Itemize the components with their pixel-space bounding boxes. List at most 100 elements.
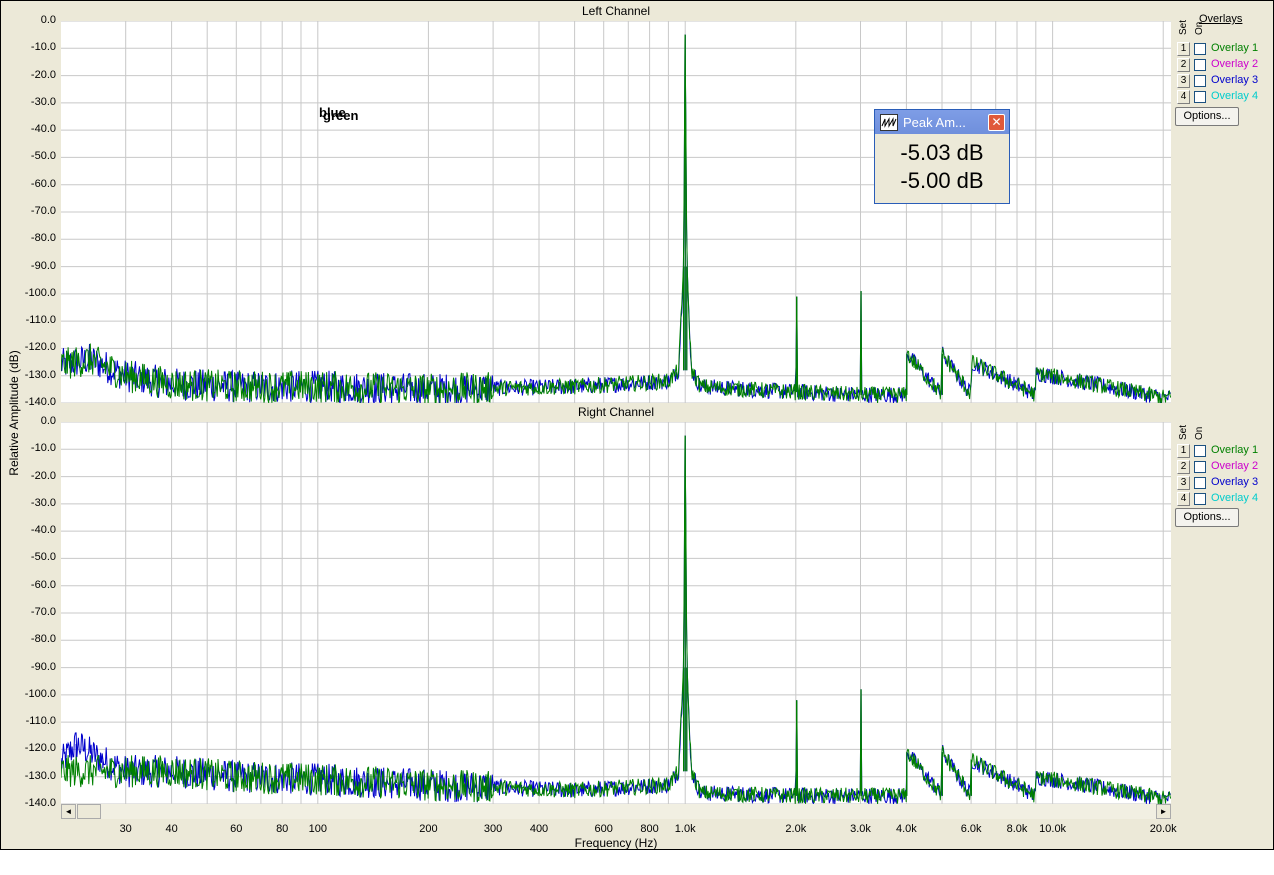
overlay-on-checkbox[interactable] — [1194, 43, 1206, 55]
x-tick-label: 400 — [529, 823, 549, 835]
right-channel-title: Right Channel — [577, 405, 655, 419]
series-line-blue — [61, 34, 1171, 403]
peak-window-titlebar[interactable]: Peak Am... ✕ — [875, 110, 1009, 134]
x-tick-label: 80 — [276, 823, 289, 835]
y-tick-label: -40.0 — [30, 524, 56, 537]
y-tick-label: 0.0 — [40, 14, 56, 26]
overlay-on-checkbox[interactable] — [1194, 91, 1206, 103]
set-column-label: Set — [1178, 424, 1189, 440]
overlay-set-button[interactable]: 2 — [1177, 58, 1190, 72]
x-tick-label: 2.0k — [785, 823, 807, 835]
x-tick-label: 4.0k — [896, 823, 917, 835]
y-tick-label: -10.0 — [30, 41, 56, 54]
overlays-header[interactable]: Overlays — [1199, 13, 1242, 25]
overlay-row-4: 4 Overlay 4 — [1175, 90, 1273, 104]
overlay-on-checkbox[interactable] — [1194, 59, 1206, 71]
series-line-blue — [61, 435, 1171, 804]
overlay-set-button[interactable]: 3 — [1177, 476, 1190, 490]
y-tick-label: -60.0 — [30, 177, 56, 190]
overlay-on-checkbox[interactable] — [1194, 445, 1206, 457]
right-channel-plot[interactable] — [61, 422, 1171, 804]
overlay-row-3: 3 Overlay 3 — [1175, 74, 1273, 88]
x-tick-label: 8.0k — [1006, 823, 1028, 835]
x-tick-label: 20.0k — [1149, 823, 1177, 835]
close-icon[interactable]: ✕ — [988, 114, 1005, 131]
x-tick-label: 40 — [165, 823, 178, 835]
overlay-set-button[interactable]: 1 — [1177, 444, 1190, 458]
series-line-green — [61, 34, 1171, 403]
left-channel-svg — [61, 21, 1171, 403]
y-tick-label: -50.0 — [30, 150, 56, 163]
y-tick-label: -80.0 — [30, 232, 56, 245]
left-channel-title: Left Channel — [581, 4, 651, 18]
x-tick-label: 10.0k — [1039, 823, 1067, 835]
x-tick-label: 3.0k — [850, 823, 871, 835]
x-tick-label: 300 — [483, 823, 503, 835]
overlay-row-3: 3 Overlay 3 — [1175, 476, 1273, 490]
on-column-label: On — [1194, 426, 1205, 440]
peak-amplitude-window[interactable]: Peak Am... ✕ -5.03 dB -5.00 dB — [874, 109, 1010, 204]
y-tick-label: -110.0 — [25, 715, 56, 728]
x-tick-label: 30 — [119, 823, 132, 835]
y-tick-label: -90.0 — [30, 660, 56, 673]
overlay-set-button[interactable]: 4 — [1177, 90, 1190, 104]
x-tick-label: 600 — [594, 823, 613, 835]
overlay-on-checkbox[interactable] — [1194, 461, 1206, 473]
overlay-set-button[interactable]: 2 — [1177, 460, 1190, 474]
y-tick-label: -30.0 — [30, 95, 56, 108]
overlay-name: Overlay 4 — [1211, 492, 1259, 504]
x-tick-label: 60 — [230, 823, 243, 835]
y-tick-label: -50.0 — [30, 551, 56, 564]
x-tick-label: 100 — [308, 823, 327, 835]
overlay-name: Overlay 2 — [1211, 58, 1259, 70]
x-axis-label: Frequency (Hz) — [574, 836, 658, 850]
overlay-name: Overlay 1 — [1211, 444, 1259, 456]
scrollbar-thumb[interactable] — [77, 804, 101, 819]
overlay-name: Overlay 3 — [1211, 476, 1259, 488]
overlay-row-1: 1 Overlay 1 — [1175, 444, 1273, 458]
analyzer-window: Left Channel Right Channel 0.0 -10.0 -20.0… — [0, 0, 1274, 850]
x-tick-label: 1.0k — [674, 823, 696, 835]
right-channel-svg — [61, 422, 1171, 804]
overlay-on-checkbox[interactable] — [1194, 75, 1206, 87]
overlay-set-button[interactable]: 3 — [1177, 74, 1190, 88]
overlay-on-checkbox[interactable] — [1194, 477, 1206, 489]
left-channel-plot[interactable] — [61, 21, 1171, 403]
y-tick-label: -140.0 — [24, 797, 56, 809]
overlay-on-checkbox[interactable] — [1194, 493, 1206, 505]
horizontal-scrollbar[interactable]: ◄ ► — [61, 804, 1171, 819]
annotation-green: green — [323, 108, 359, 123]
y-tick-label: -90.0 — [30, 259, 56, 272]
y-tick-label: -80.0 — [30, 633, 56, 646]
waveform-icon — [880, 114, 898, 131]
y-tick-label: -20.0 — [30, 68, 56, 81]
y-tick-label: -110.0 — [25, 314, 56, 327]
scroll-right-arrow-icon[interactable]: ► — [1156, 804, 1171, 819]
options-button[interactable]: Options... — [1175, 508, 1239, 527]
overlay-name: Overlay 4 — [1211, 90, 1259, 102]
overlay-row-2: 2 Overlay 2 — [1175, 460, 1273, 474]
series-line-green — [61, 435, 1171, 804]
on-column-label: On — [1194, 21, 1205, 35]
x-tick-label: 6.0k — [960, 823, 982, 835]
x-tick-label: 200 — [419, 823, 438, 835]
overlay-name: Overlay 3 — [1211, 74, 1259, 86]
overlay-set-button[interactable]: 1 — [1177, 42, 1190, 56]
scroll-left-arrow-icon[interactable]: ◄ — [61, 804, 76, 819]
y-tick-label: -100.0 — [24, 286, 56, 299]
peak-value-right: -5.00 dB — [900, 168, 984, 193]
overlay-name: Overlay 1 — [1211, 42, 1259, 54]
set-column-label: Set — [1178, 19, 1189, 35]
y-tick-label: -40.0 — [30, 123, 56, 136]
overlay-row-4: 4 Overlay 4 — [1175, 492, 1273, 506]
y-tick-label: -100.0 — [24, 687, 56, 700]
peak-window-title: Peak Am... — [903, 115, 966, 130]
overlay-name: Overlay 2 — [1211, 460, 1259, 472]
y-tick-label: -70.0 — [30, 205, 56, 217]
overlay-set-button[interactable]: 4 — [1177, 492, 1190, 506]
overlay-row-2: 2 Overlay 2 — [1175, 58, 1273, 72]
y-tick-label: -70.0 — [30, 606, 56, 618]
y-axis-label: Relative Amplitude (dB) — [7, 350, 21, 476]
y-tick-label: -60.0 — [30, 578, 56, 591]
options-button[interactable]: Options... — [1175, 107, 1239, 126]
